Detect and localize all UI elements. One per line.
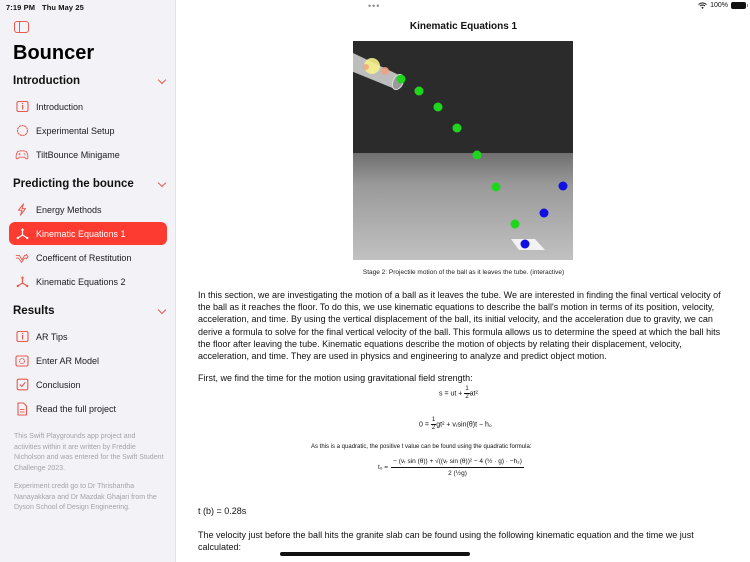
sidebar-toggle-icon[interactable]	[14, 21, 29, 33]
sidebar-item-experimental-setup[interactable]: Experimental Setup	[9, 119, 167, 142]
sidebar: 7:19 PM Thu May 25 Bouncer Introduction I…	[0, 0, 176, 562]
sidebar-item-label: Kinematic Equations 2	[36, 276, 126, 287]
sidebar-item-tiltbounce-minigame[interactable]: TiltBounce Minigame	[9, 143, 167, 166]
info-icon	[15, 100, 29, 114]
interactive-3d-scene[interactable]	[353, 41, 573, 260]
bounce-ball	[558, 181, 568, 191]
detail-pane: ••• 100% Kinematic Equations 1 Stage 2: …	[177, 0, 750, 562]
section-title: Introduction	[13, 75, 81, 87]
sidebar-item-label: TiltBounce Minigame	[36, 149, 120, 160]
section-title: Predicting the bounce	[13, 178, 134, 190]
sidebar-item-label: Coefficent of Restitution	[36, 252, 132, 263]
trajectory-ball	[510, 219, 520, 229]
section-header-results[interactable]: Results	[13, 305, 167, 317]
multitasking-dots-icon[interactable]: •••	[368, 1, 380, 11]
trajectory-ball	[452, 123, 462, 133]
quadratic-note: As this is a quadratic, the positive t v…	[311, 444, 532, 450]
app-title: Bouncer	[13, 42, 95, 64]
sidebar-item-kinematic-equations-1[interactable]: Kinematic Equations 1	[9, 222, 167, 245]
app-window: 7:19 PM Thu May 25 Bouncer Introduction I…	[0, 0, 750, 562]
sidebar-item-label: Kinematic Equations 1	[36, 228, 126, 239]
intro-paragraph: In this section, we are investigating th…	[198, 290, 721, 362]
section-header-introduction[interactable]: Introduction	[13, 75, 167, 87]
document-icon	[15, 401, 29, 416]
ar-viewfinder-icon	[15, 354, 29, 368]
sidebar-item-conclusion[interactable]: Conclusion	[9, 373, 167, 396]
home-indicator[interactable]	[280, 552, 470, 556]
sidebar-item-read-the-full-project[interactable]: Read the full project	[9, 397, 167, 420]
page-title: Kinematic Equations 1	[409, 21, 518, 32]
sidebar-item-kinematic-equations-2[interactable]: Kinematic Equations 2	[9, 270, 167, 293]
status-time: 7:19 PM Thu May 25	[6, 3, 91, 12]
section-title: Results	[13, 305, 55, 317]
sidebar-item-label: Enter AR Model	[36, 355, 100, 366]
sidebar-item-ar-tips[interactable]: AR Tips	[9, 325, 167, 348]
sidebar-item-label: Energy Methods	[36, 204, 102, 215]
axes-icon	[15, 275, 29, 289]
status-clock: 7:19 PM	[6, 3, 36, 12]
chevron-down-icon	[157, 75, 167, 85]
ghost-ball	[381, 67, 389, 75]
battery-icon	[731, 2, 748, 9]
velocity-intro: The velocity just before the ball hits t…	[198, 530, 694, 553]
chevron-down-icon	[157, 305, 167, 315]
equation-vertical: 0 = 1 2 gt² + vᵣsin(θ)t − h₀	[419, 417, 492, 431]
battery-percentage: 100%	[710, 2, 728, 9]
sidebar-item-energy-methods[interactable]: Energy Methods	[9, 198, 167, 221]
trajectory-ball	[414, 86, 424, 96]
sidebar-item-label: Conclusion	[36, 379, 81, 390]
arrow-bounce-icon	[15, 251, 29, 265]
scene-caption: Stage 2: Projectile motion of the ball a…	[362, 269, 565, 276]
dashed-circle-icon	[15, 124, 29, 138]
checkmark-square-icon	[15, 378, 29, 392]
bolt-icon	[15, 203, 29, 217]
equation-displacement: s = ut + 1 2 at²	[439, 386, 478, 400]
sidebar-item-coefficent-of-restitution[interactable]: Coefficent of Restitution	[9, 246, 167, 269]
ghost-ball	[363, 64, 369, 70]
status-indicators: 100%	[698, 2, 748, 9]
status-date: Thu May 25	[42, 3, 84, 12]
section-header-predicting-the-bounce[interactable]: Predicting the bounce	[13, 178, 167, 190]
sidebar-item-introduction[interactable]: Introduction	[9, 95, 167, 118]
quadratic-formula: t₀ = − (vᵣ sin (θ)) + √((vᵣ sin (θ))² − …	[378, 458, 524, 477]
trajectory-ball	[433, 102, 443, 112]
time-intro: First, we find the time for the motion u…	[198, 373, 473, 383]
trajectory-ball	[396, 74, 406, 84]
bounce-ball	[539, 208, 549, 218]
trajectory-ball	[472, 150, 482, 160]
sidebar-item-enter-ar-model[interactable]: Enter AR Model	[9, 349, 167, 372]
sidebar-item-label: Introduction	[36, 101, 84, 112]
gamecontroller-icon	[15, 148, 29, 162]
sidebar-item-label: Read the full project	[36, 403, 117, 414]
sidebar-item-label: Experimental Setup	[36, 125, 115, 136]
bounce-ball	[520, 239, 530, 249]
scene-objects	[353, 53, 568, 250]
experiment-credits-note: Experiment credit go to Dr Thrishantha N…	[14, 483, 157, 511]
sidebar-item-label: AR Tips	[36, 331, 68, 342]
trajectory-ball	[491, 182, 501, 192]
wifi-icon	[698, 2, 707, 9]
chevron-down-icon	[157, 178, 167, 188]
time-result: t (b) = 0.28s	[198, 506, 247, 516]
credits-note: This Swift Playgrounds app project and a…	[14, 433, 164, 472]
info-icon	[15, 330, 29, 344]
axes-icon	[15, 227, 29, 241]
